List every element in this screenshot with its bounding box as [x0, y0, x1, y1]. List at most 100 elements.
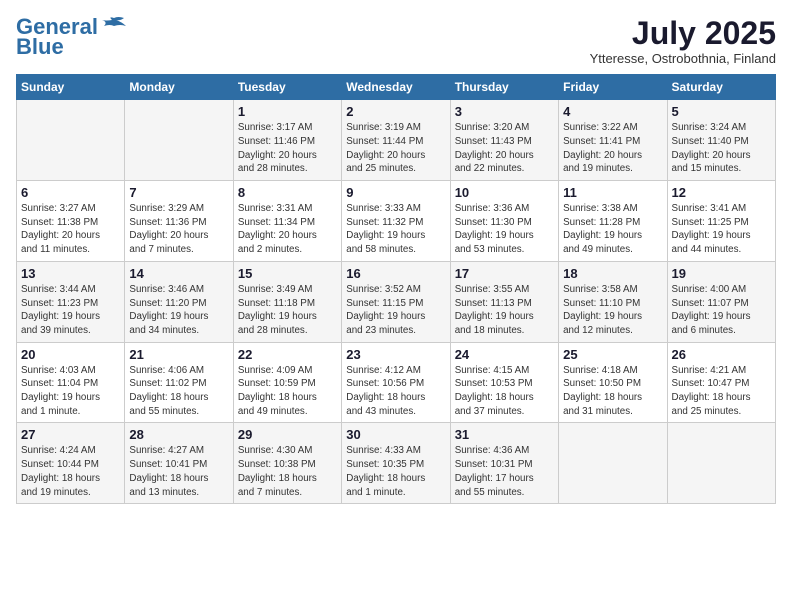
calendar-week-row: 20Sunrise: 4:03 AM Sunset: 11:04 PM Dayl… [17, 342, 776, 423]
calendar-empty-cell [667, 423, 775, 504]
title-area: July 2025 Ytteresse, Ostrobothnia, Finla… [590, 16, 776, 66]
header: General Blue July 2025 Ytteresse, Ostrob… [16, 16, 776, 66]
calendar-day-cell: 9 Sunrise: 3:33 AM Sunset: 11:32 PM Dayli… [342, 181, 450, 262]
day-detail: Sunrise: 3:19 AM Sunset: 11:44 PM Daylig… [346, 121, 445, 176]
calendar-day-cell: 3 Sunrise: 3:20 AM Sunset: 11:43 PM Dayli… [450, 100, 558, 181]
day-number: 6 [21, 185, 120, 200]
calendar-day-cell: 31 Sunrise: 4:36 AM Sunset: 10:31 PM Dayl… [450, 423, 558, 504]
day-detail: Sunrise: 3:36 AM Sunset: 11:30 PM Daylig… [455, 202, 554, 257]
calendar-day-cell: 7Sunrise: 3:29 AM Sunset: 11:36 PM Dayli… [125, 181, 233, 262]
calendar-day-cell: 29 Sunrise: 4:30 AM Sunset: 10:38 PM Dayl… [233, 423, 341, 504]
calendar-empty-cell [17, 100, 125, 181]
day-number: 26 [672, 347, 771, 362]
day-number: 3 [455, 104, 554, 119]
day-detail: Sunrise: 4:18 AM Sunset: 10:50 PM Daylig… [563, 364, 662, 419]
day-detail: Sunrise: 3:38 AM Sunset: 11:28 PM Daylig… [563, 202, 662, 257]
day-number: 27 [21, 427, 120, 442]
month-title: July 2025 [590, 16, 776, 51]
calendar-week-row: 1 Sunrise: 3:17 AM Sunset: 11:46 PM Dayli… [17, 100, 776, 181]
location-subtitle: Ytteresse, Ostrobothnia, Finland [590, 51, 776, 66]
day-number: 10 [455, 185, 554, 200]
calendar-day-cell: 14 Sunrise: 3:46 AM Sunset: 11:20 PM Dayl… [125, 261, 233, 342]
day-number: 11 [563, 185, 662, 200]
day-detail: Sunrise: 3:17 AM Sunset: 11:46 PM Daylig… [238, 121, 337, 176]
calendar-day-cell: 24 Sunrise: 4:15 AM Sunset: 10:53 PM Dayl… [450, 342, 558, 423]
day-detail: Sunrise: 3:52 AM Sunset: 11:15 PM Daylig… [346, 283, 445, 338]
day-number: 31 [455, 427, 554, 442]
day-number: 29 [238, 427, 337, 442]
day-detail: Sunrise: 3:20 AM Sunset: 11:43 PM Daylig… [455, 121, 554, 176]
weekday-header: Sunday [17, 75, 125, 100]
calendar-day-cell: 2 Sunrise: 3:19 AM Sunset: 11:44 PM Dayli… [342, 100, 450, 181]
day-detail: Sunrise: 4:33 AM Sunset: 10:35 PM Daylig… [346, 444, 445, 499]
day-number: 21 [129, 347, 228, 362]
calendar-day-cell: 15Sunrise: 3:49 AM Sunset: 11:18 PM Dayl… [233, 261, 341, 342]
calendar-day-cell: 17 Sunrise: 3:55 AM Sunset: 11:13 PM Dayl… [450, 261, 558, 342]
calendar-week-row: 13 Sunrise: 3:44 AM Sunset: 11:23 PM Dayl… [17, 261, 776, 342]
calendar-week-row: 27 Sunrise: 4:24 AM Sunset: 10:44 PM Dayl… [17, 423, 776, 504]
day-number: 9 [346, 185, 445, 200]
day-detail: Sunrise: 3:58 AM Sunset: 11:10 PM Daylig… [563, 283, 662, 338]
day-detail: Sunrise: 3:55 AM Sunset: 11:13 PM Daylig… [455, 283, 554, 338]
day-detail: Sunrise: 3:27 AM Sunset: 11:38 PM Daylig… [21, 202, 120, 257]
day-detail: Sunrise: 4:30 AM Sunset: 10:38 PM Daylig… [238, 444, 337, 499]
day-detail: Sunrise: 4:00 AM Sunset: 11:07 PM Daylig… [672, 283, 771, 338]
day-number: 12 [672, 185, 771, 200]
day-detail: Sunrise: 3:33 AM Sunset: 11:32 PM Daylig… [346, 202, 445, 257]
day-number: 18 [563, 266, 662, 281]
day-detail: Sunrise: 4:03 AM Sunset: 11:04 PM Daylig… [21, 364, 120, 419]
calendar-day-cell: 23 Sunrise: 4:12 AM Sunset: 10:56 PM Dayl… [342, 342, 450, 423]
day-detail: Sunrise: 4:24 AM Sunset: 10:44 PM Daylig… [21, 444, 120, 499]
logo: General Blue [16, 16, 128, 58]
calendar-week-row: 6 Sunrise: 3:27 AM Sunset: 11:38 PM Dayli… [17, 181, 776, 262]
weekday-header: Tuesday [233, 75, 341, 100]
day-number: 14 [129, 266, 228, 281]
day-number: 5 [672, 104, 771, 119]
calendar-day-cell: 10 Sunrise: 3:36 AM Sunset: 11:30 PM Dayl… [450, 181, 558, 262]
weekday-header: Thursday [450, 75, 558, 100]
day-number: 7 [129, 185, 228, 200]
day-number: 2 [346, 104, 445, 119]
calendar-day-cell: 20Sunrise: 4:03 AM Sunset: 11:04 PM Dayl… [17, 342, 125, 423]
day-detail: Sunrise: 4:06 AM Sunset: 11:02 PM Daylig… [129, 364, 228, 419]
day-number: 13 [21, 266, 120, 281]
calendar-day-cell: 28 Sunrise: 4:27 AM Sunset: 10:41 PM Dayl… [125, 423, 233, 504]
day-number: 8 [238, 185, 337, 200]
day-number: 28 [129, 427, 228, 442]
calendar-day-cell: 8 Sunrise: 3:31 AM Sunset: 11:34 PM Dayli… [233, 181, 341, 262]
day-number: 30 [346, 427, 445, 442]
calendar-day-cell: 30 Sunrise: 4:33 AM Sunset: 10:35 PM Dayl… [342, 423, 450, 504]
day-number: 19 [672, 266, 771, 281]
calendar-table: SundayMondayTuesdayWednesdayThursdayFrid… [16, 74, 776, 504]
day-number: 1 [238, 104, 337, 119]
weekday-header: Wednesday [342, 75, 450, 100]
day-detail: Sunrise: 4:27 AM Sunset: 10:41 PM Daylig… [129, 444, 228, 499]
day-detail: Sunrise: 4:12 AM Sunset: 10:56 PM Daylig… [346, 364, 445, 419]
day-detail: Sunrise: 4:21 AM Sunset: 10:47 PM Daylig… [672, 364, 771, 419]
calendar-day-cell: 6 Sunrise: 3:27 AM Sunset: 11:38 PM Dayli… [17, 181, 125, 262]
day-detail: Sunrise: 3:31 AM Sunset: 11:34 PM Daylig… [238, 202, 337, 257]
day-number: 25 [563, 347, 662, 362]
day-detail: Sunrise: 3:46 AM Sunset: 11:20 PM Daylig… [129, 283, 228, 338]
day-number: 17 [455, 266, 554, 281]
weekday-header: Saturday [667, 75, 775, 100]
day-number: 22 [238, 347, 337, 362]
weekday-header: Monday [125, 75, 233, 100]
calendar-day-cell: 19 Sunrise: 4:00 AM Sunset: 11:07 PM Dayl… [667, 261, 775, 342]
calendar-day-cell: 11 Sunrise: 3:38 AM Sunset: 11:28 PM Dayl… [559, 181, 667, 262]
calendar-day-cell: 13 Sunrise: 3:44 AM Sunset: 11:23 PM Dayl… [17, 261, 125, 342]
day-detail: Sunrise: 3:44 AM Sunset: 11:23 PM Daylig… [21, 283, 120, 338]
day-detail: Sunrise: 3:41 AM Sunset: 11:25 PM Daylig… [672, 202, 771, 257]
calendar-header-row: SundayMondayTuesdayWednesdayThursdayFrid… [17, 75, 776, 100]
day-detail: Sunrise: 4:36 AM Sunset: 10:31 PM Daylig… [455, 444, 554, 499]
calendar-day-cell: 12 Sunrise: 3:41 AM Sunset: 11:25 PM Dayl… [667, 181, 775, 262]
calendar-day-cell: 22Sunrise: 4:09 AM Sunset: 10:59 PM Dayl… [233, 342, 341, 423]
calendar-empty-cell [125, 100, 233, 181]
calendar-day-cell: 5Sunrise: 3:24 AM Sunset: 11:40 PM Dayli… [667, 100, 775, 181]
day-detail: Sunrise: 3:22 AM Sunset: 11:41 PM Daylig… [563, 121, 662, 176]
calendar-empty-cell [559, 423, 667, 504]
day-detail: Sunrise: 4:15 AM Sunset: 10:53 PM Daylig… [455, 364, 554, 419]
calendar-body: 1 Sunrise: 3:17 AM Sunset: 11:46 PM Dayli… [17, 100, 776, 504]
day-number: 24 [455, 347, 554, 362]
day-number: 23 [346, 347, 445, 362]
